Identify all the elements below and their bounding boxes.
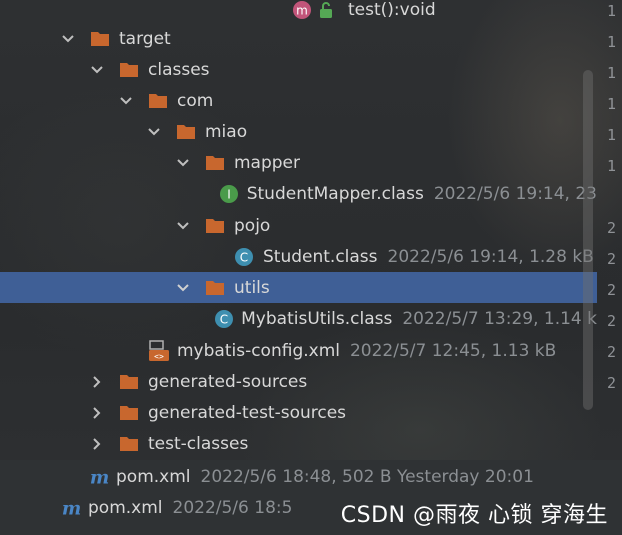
tree-row-student[interactable]: C Student.class 2022/5/6 19:14, 1.28 kB <box>0 241 597 272</box>
class-icon: C <box>214 303 234 334</box>
chevron-down-icon[interactable] <box>144 116 164 147</box>
chevron-down-icon[interactable] <box>173 210 193 241</box>
chevron-down-icon[interactable] <box>173 272 193 303</box>
chevron-down-icon[interactable] <box>173 147 193 178</box>
tree-row-mapper[interactable]: mapper <box>0 147 597 178</box>
line-number: 2 <box>607 250 617 268</box>
svg-text:C: C <box>220 312 228 326</box>
tree-label: target <box>119 28 171 49</box>
tree-row-generated-sources[interactable]: generated-sources <box>0 366 597 397</box>
tree-label: com <box>177 90 214 111</box>
chevron-down-icon[interactable] <box>58 23 78 54</box>
tree-row-pom-second[interactable]: m pom.xml 2022/5/6 18:5 <box>60 492 293 523</box>
tree-label: miao <box>205 121 248 142</box>
tree-row-classes[interactable]: classes <box>0 54 597 85</box>
tree-row-generated-test-sources[interactable]: generated-test-sources <box>0 397 597 428</box>
tree-row-mybatisutils[interactable]: C MybatisUtils.class 2022/5/7 13:29, 1.1… <box>0 303 597 334</box>
tree-label: pom.xml <box>116 466 191 487</box>
tree-label: generated-sources <box>148 371 308 392</box>
folder-icon <box>119 397 141 428</box>
project-tree: m test():void target classes com miao ma… <box>0 0 597 460</box>
xml-file-icon: <> <box>148 335 170 366</box>
svg-text:m: m <box>90 467 109 487</box>
folder-icon <box>176 116 198 147</box>
line-number: 2 <box>607 281 617 299</box>
chevron-down-icon[interactable] <box>116 85 136 116</box>
file-meta: 2022/5/7 12:45, 1.13 kB <box>349 340 557 361</box>
tree-label: Student.class <box>263 246 378 267</box>
folder-icon <box>90 23 112 54</box>
line-number: 1 <box>607 64 617 82</box>
editor-line-numbers: 1 1 1 1 1 1 2 2 2 2 2 2 <box>597 0 622 460</box>
line-number: 1 <box>607 157 617 175</box>
folder-icon <box>205 210 227 241</box>
tree-row-pojo[interactable]: pojo <box>0 210 597 241</box>
maven-icon: m <box>60 492 82 523</box>
folder-icon <box>148 85 170 116</box>
tree-row-target[interactable]: target <box>0 23 597 54</box>
tree-row-utils[interactable]: utils <box>0 272 597 303</box>
folder-icon <box>119 366 141 397</box>
interface-icon: I <box>219 178 240 209</box>
method-label: test():void <box>348 0 436 20</box>
tree-scrollbar[interactable] <box>583 70 593 410</box>
line-number: 2 <box>607 374 617 392</box>
watermark: CSDN @雨夜 心锁 穿海生 <box>340 503 608 528</box>
line-number: 1 <box>607 33 617 51</box>
folder-icon <box>119 428 141 459</box>
file-meta: 2022/5/6 19:14, 23 <box>433 183 597 204</box>
tree-label: utils <box>234 277 270 298</box>
line-number: 2 <box>607 312 617 330</box>
line-number: 2 <box>607 219 617 237</box>
tree-row-method[interactable]: m test():void <box>0 0 597 25</box>
tree-row-mybatis-config[interactable]: <> mybatis-config.xml 2022/5/7 12:45, 1.… <box>0 335 597 366</box>
svg-text:m: m <box>296 3 308 17</box>
folder-icon <box>119 54 141 85</box>
tree-label: StudentMapper.class <box>246 183 424 204</box>
tree-row-pom[interactable]: m pom.xml 2022/5/6 18:48, 502 B Yesterda… <box>88 461 534 492</box>
class-icon: C <box>234 241 256 272</box>
folder-icon <box>205 147 227 178</box>
file-meta: 2022/5/6 18:48, 502 B Yesterday 20:01 <box>200 466 534 487</box>
svg-text:m: m <box>62 498 81 518</box>
file-meta: 2022/5/6 19:14, 1.28 kB <box>387 246 594 267</box>
chevron-right-icon[interactable] <box>87 428 107 459</box>
unlock-icon <box>318 0 336 25</box>
tree-label: classes <box>148 59 210 80</box>
svg-text:<>: <> <box>154 352 164 361</box>
tree-row-miao[interactable]: miao <box>0 116 597 147</box>
tree-label: MybatisUtils.class <box>241 308 393 329</box>
tree-row-studentmapper[interactable]: I StudentMapper.class 2022/5/6 19:14, 23 <box>0 178 597 209</box>
line-number: 1 <box>607 95 617 113</box>
tree-row-test-classes[interactable]: test-classes <box>0 428 597 459</box>
chevron-right-icon[interactable] <box>87 366 107 397</box>
tree-label: mybatis-config.xml <box>177 340 340 361</box>
method-icon: m <box>292 0 314 25</box>
tree-label: test-classes <box>148 433 249 454</box>
chevron-down-icon[interactable] <box>87 54 107 85</box>
tree-label: generated-test-sources <box>148 402 347 423</box>
tree-row-com[interactable]: com <box>0 85 597 116</box>
tree-label: mapper <box>234 152 301 173</box>
line-number: 1 <box>607 2 617 20</box>
chevron-right-icon[interactable] <box>87 397 107 428</box>
folder-icon <box>205 272 227 303</box>
maven-icon: m <box>88 461 110 492</box>
file-meta: 2022/5/7 13:29, 1.14 k <box>402 308 597 329</box>
svg-text:C: C <box>240 250 248 264</box>
line-number: 2 <box>607 343 617 361</box>
line-number: 1 <box>607 126 617 144</box>
file-meta: 2022/5/6 18:5 <box>172 497 293 518</box>
svg-text:I: I <box>227 187 231 201</box>
tree-label: pom.xml <box>88 497 163 518</box>
tree-label: pojo <box>234 215 271 236</box>
